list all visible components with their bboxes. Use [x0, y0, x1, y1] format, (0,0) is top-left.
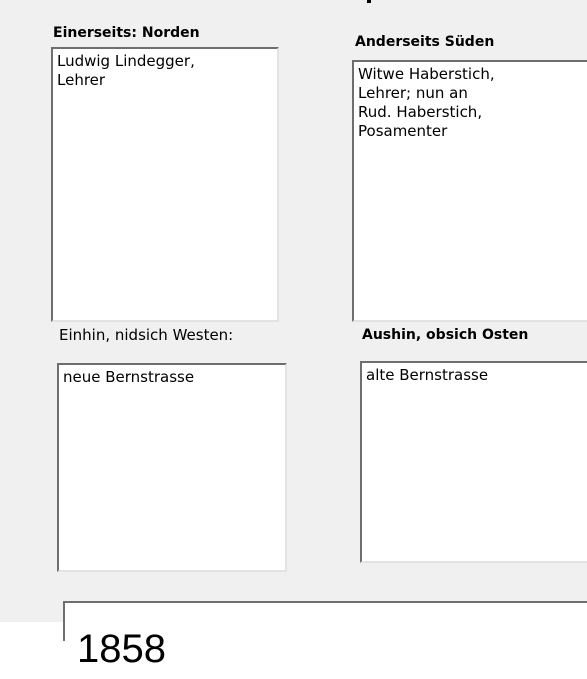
south-label: Anderseits Süden [355, 34, 495, 50]
west-label: Einhin, nidsich Westen: [59, 326, 234, 344]
clipped-label-fragment [367, 0, 371, 3]
form-panel: Einerseits: Norden Ludwig Lindegger, Leh… [0, 0, 587, 641]
south-textarea[interactable]: Witwe Haberstich, Lehrer; nun an Rud. Ha… [352, 60, 587, 322]
east-label: Aushin, obsich Osten [362, 327, 529, 343]
west-textarea[interactable]: neue Bernstrasse [57, 363, 287, 572]
year-caption: 1858 [77, 627, 166, 671]
north-textarea[interactable]: Ludwig Lindegger, Lehrer [51, 47, 279, 322]
north-label: Einerseits: Norden [53, 25, 200, 41]
east-textarea[interactable]: alte Bernstrasse [360, 361, 587, 563]
